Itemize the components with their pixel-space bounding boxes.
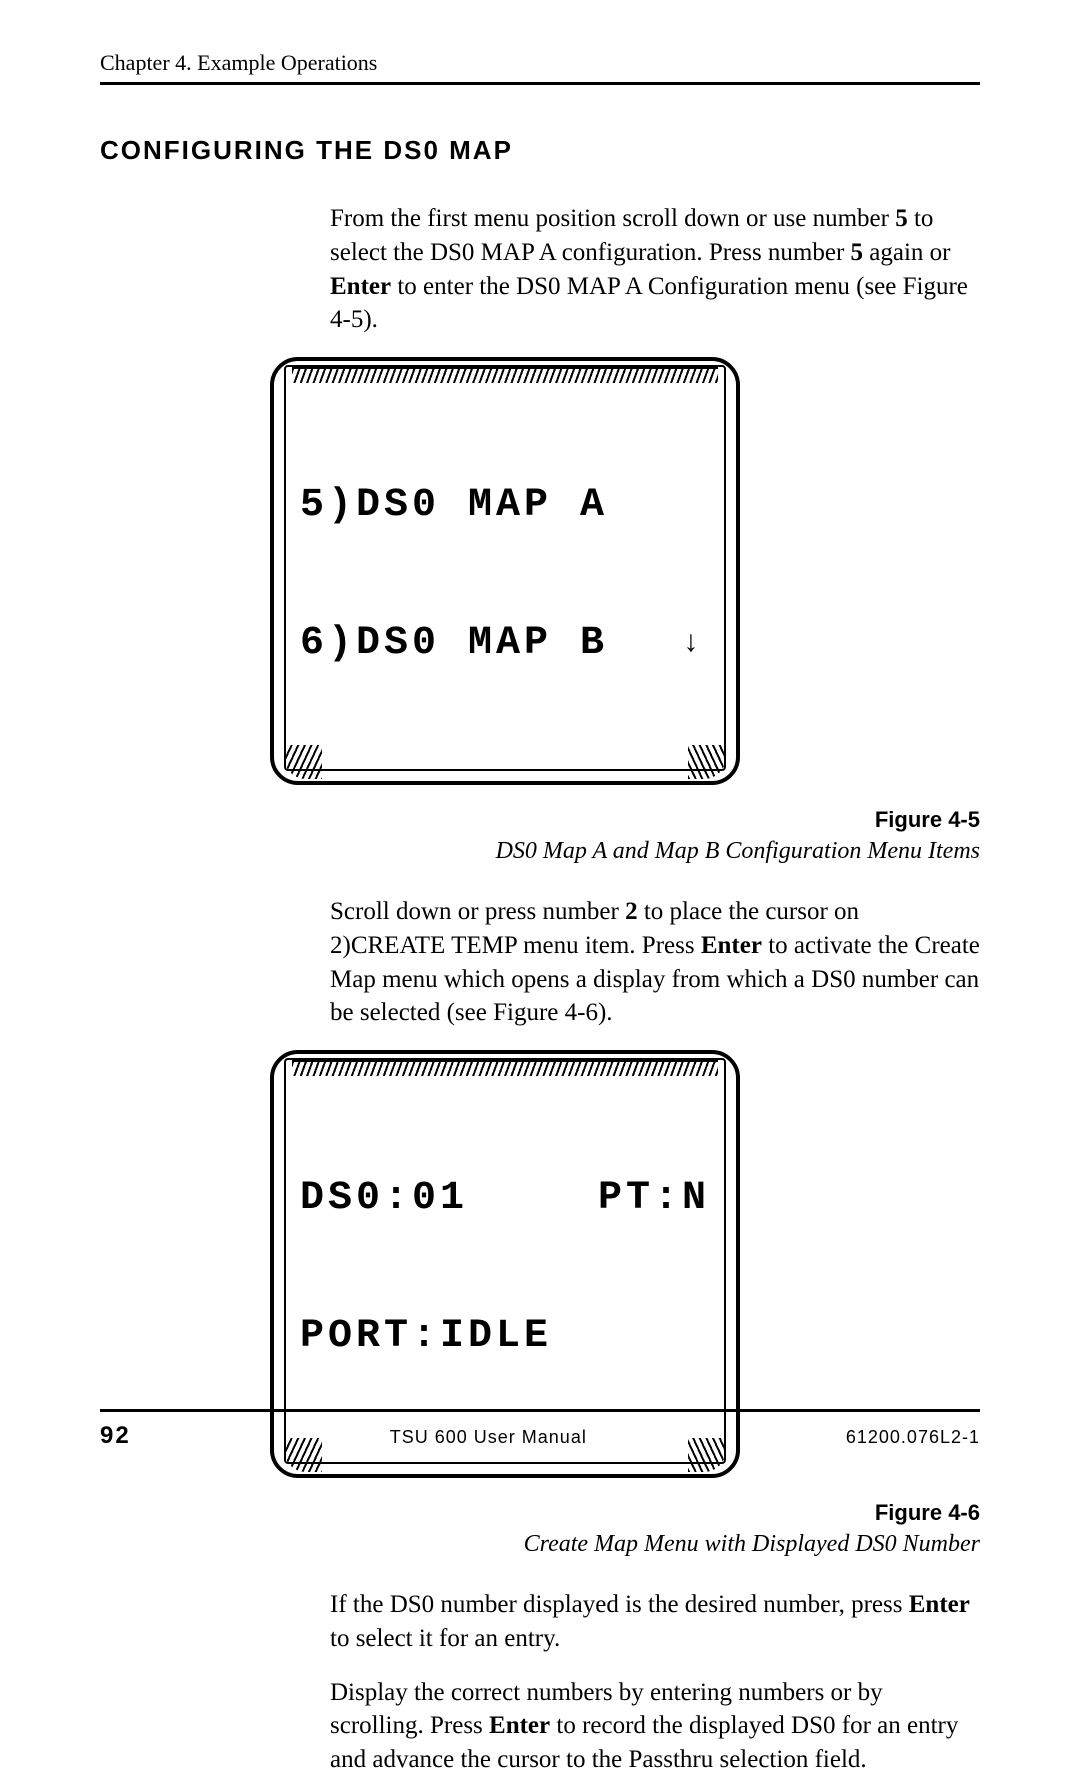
bold-5: 5 bbox=[851, 239, 864, 266]
section-title: CONFIGURING THE DS0 MAP bbox=[100, 135, 980, 166]
text: to enter the DS0 MAP A Configuration men… bbox=[330, 273, 968, 334]
chapter-header: Chapter 4. Example Operations bbox=[100, 50, 980, 76]
doc-number: 61200.076L2-1 bbox=[846, 1427, 980, 1448]
bold-enter: Enter bbox=[701, 932, 762, 959]
text: From the first menu position scroll down… bbox=[330, 205, 895, 232]
page-footer: 92 TSU 600 User Manual 61200.076L2-1 bbox=[100, 1409, 980, 1450]
paragraph-2: Scroll down or press number 2 to place t… bbox=[330, 895, 980, 1030]
lcd-hatch bbox=[688, 745, 726, 779]
lcd-text: DS0:01 PT:N PORT:IDLE bbox=[300, 1066, 710, 1452]
lcd-screen: 5)DS0 MAP A 6)DS0 MAP B ↓ bbox=[284, 365, 726, 771]
figure-4-5-caption-block: Figure 4-5 DS0 Map A and Map B Configura… bbox=[330, 805, 980, 1030]
lcd-hatch bbox=[284, 745, 322, 779]
lcd-line-1: 5)DS0 MAP A bbox=[300, 483, 608, 529]
figure-label: Figure 4-5 bbox=[330, 805, 980, 835]
down-arrow-icon: ↓ bbox=[682, 627, 710, 662]
paragraph-4: Display the correct numbers by entering … bbox=[330, 1676, 980, 1777]
bold-enter: Enter bbox=[489, 1712, 550, 1739]
figure-caption: DS0 Map A and Map B Configuration Menu I… bbox=[330, 835, 980, 867]
text: Scroll down or press number bbox=[330, 898, 625, 925]
lcd-text: 5)DS0 MAP A 6)DS0 MAP B ↓ bbox=[300, 373, 710, 759]
lcd-screen: DS0:01 PT:N PORT:IDLE bbox=[284, 1058, 726, 1464]
figure-label: Figure 4-6 bbox=[330, 1498, 980, 1528]
lcd-line-2: 6)DS0 MAP B bbox=[300, 621, 608, 667]
page: Chapter 4. Example Operations CONFIGURIN… bbox=[0, 0, 1080, 1502]
paragraph-1: From the first menu position scroll down… bbox=[330, 202, 980, 337]
lcd-line-2: PORT:IDLE bbox=[300, 1314, 552, 1360]
bold-5: 5 bbox=[895, 205, 908, 232]
lcd-line-1-left: DS0:01 bbox=[300, 1176, 468, 1222]
text: to select it for an entry. bbox=[330, 1625, 560, 1652]
lcd-figure-4-5: 5)DS0 MAP A 6)DS0 MAP B ↓ bbox=[270, 357, 980, 785]
page-number: 92 bbox=[100, 1422, 131, 1450]
text: If the DS0 number displayed is the desir… bbox=[330, 1591, 909, 1618]
bold-enter: Enter bbox=[330, 273, 391, 300]
bold-enter: Enter bbox=[909, 1591, 970, 1618]
lcd-line-1-right: PT:N bbox=[598, 1176, 710, 1222]
body-block: From the first menu position scroll down… bbox=[330, 202, 980, 337]
figure-4-6-caption-block: Figure 4-6 Create Map Menu with Displaye… bbox=[330, 1498, 980, 1777]
text: again or bbox=[863, 239, 950, 266]
paragraph-3: If the DS0 number displayed is the desir… bbox=[330, 1588, 980, 1656]
lcd-frame: 5)DS0 MAP A 6)DS0 MAP B ↓ bbox=[270, 357, 740, 785]
manual-name: TSU 600 User Manual bbox=[390, 1427, 587, 1448]
bold-2: 2 bbox=[625, 898, 638, 925]
header-rule bbox=[100, 82, 980, 85]
figure-caption: Create Map Menu with Displayed DS0 Numbe… bbox=[330, 1528, 980, 1560]
